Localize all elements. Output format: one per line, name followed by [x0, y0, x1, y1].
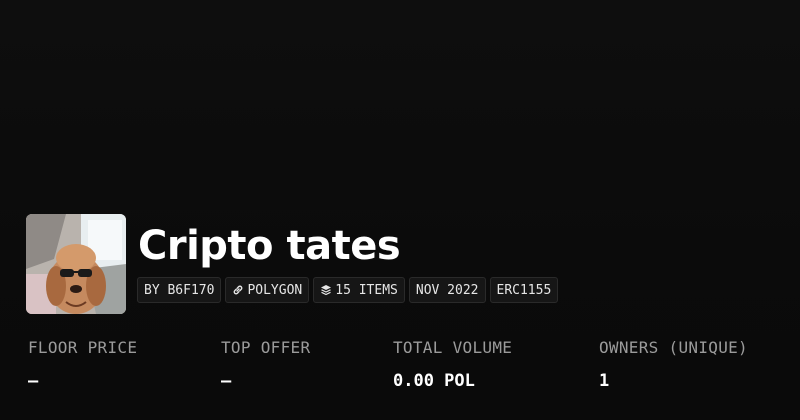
date-tag: NOV 2022	[408, 277, 486, 303]
chain-tag-label: POLYGON	[247, 282, 303, 298]
stat-top-offer: TOP OFFER —	[221, 338, 310, 392]
date-tag-label: NOV 2022	[415, 282, 479, 298]
top-offer-value: —	[221, 371, 232, 391]
creator-tag-label: BY B6F170	[144, 282, 215, 298]
total-volume-value: 0.00 POL	[393, 371, 475, 391]
collection-stats: FLOOR PRICE — TOP OFFER — TOTAL VOLUME 0…	[28, 338, 788, 398]
chain-tag[interactable]: POLYGON	[225, 277, 310, 303]
standard-tag: ERC1155	[489, 277, 559, 303]
stat-total-volume: TOTAL VOLUME 0.00 POL	[393, 338, 512, 392]
owners-label: OWNERS (UNIQUE)	[599, 338, 748, 357]
standard-tag-label: ERC1155	[496, 282, 552, 298]
floor-price-value: —	[28, 371, 39, 391]
layers-icon	[320, 284, 332, 296]
items-tag[interactable]: 15 ITEMS	[313, 277, 405, 303]
creator-tag[interactable]: BY B6F170	[137, 277, 222, 303]
owners-value: 1	[599, 371, 610, 391]
top-offer-label: TOP OFFER	[221, 338, 311, 357]
collection-title: Cripto tates	[138, 223, 401, 269]
collection-avatar[interactable]	[26, 214, 126, 314]
dog-photo-icon	[26, 214, 126, 314]
collection-tags: BY B6F170 POLYGON 15 ITEMS NOV 2022 ERC1…	[137, 277, 559, 303]
floor-price-label: FLOOR PRICE	[28, 338, 138, 357]
stat-owners: OWNERS (UNIQUE) 1	[599, 338, 748, 392]
items-tag-label: 15 ITEMS	[335, 282, 398, 298]
collection-header: Cripto tates BY B6F170 POLYGON 15 ITEMS …	[26, 214, 786, 314]
total-volume-label: TOTAL VOLUME	[393, 338, 513, 357]
link-icon	[232, 284, 244, 296]
stat-floor-price: FLOOR PRICE —	[28, 338, 137, 392]
